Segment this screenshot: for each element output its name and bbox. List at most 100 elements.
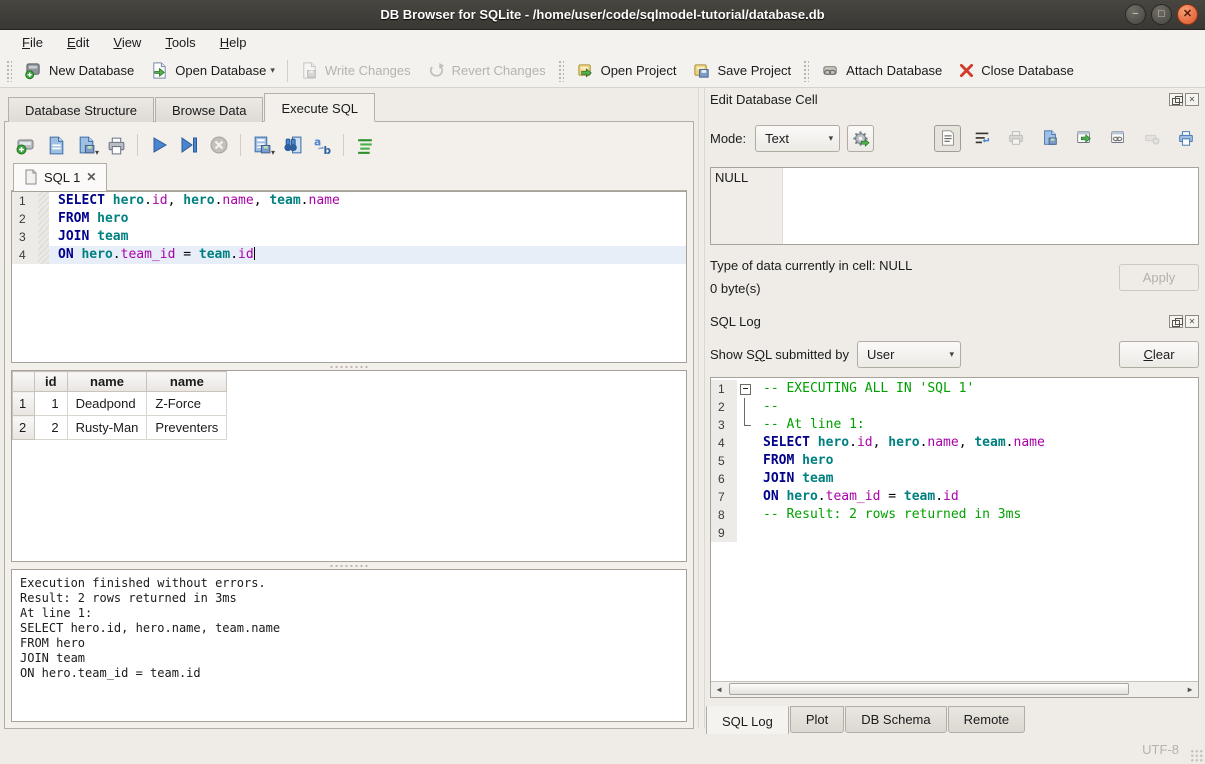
save-sql-file-button[interactable]: ▾ (73, 132, 99, 158)
menu-help[interactable]: Help (208, 32, 259, 53)
tab-execute-sql[interactable]: Execute SQL (264, 93, 375, 122)
execute-current-line-icon (179, 135, 199, 155)
panel-splitter[interactable] (698, 88, 705, 728)
cell-editor[interactable]: NULL (710, 167, 1199, 245)
save-sql-dropdown-caret[interactable]: ▾ (95, 148, 99, 157)
scroll-right-icon[interactable]: ▶ (1182, 682, 1198, 697)
maximize-button[interactable]: □ (1151, 4, 1172, 25)
cell-editor-gutter: NULL (711, 168, 783, 244)
sql-log-lines[interactable]: 1-- EXECUTING ALL IN 'SQL 1'2--3-- At li… (711, 378, 1198, 681)
replace-button[interactable]: ab (309, 132, 335, 158)
table-cell[interactable]: Deadpond (67, 392, 147, 416)
table-cell[interactable]: 2 (35, 416, 68, 440)
clear-log-button[interactable]: Clear (1119, 341, 1199, 368)
tab-database-structure[interactable]: Database Structure (8, 97, 154, 122)
scroll-left-icon[interactable]: ◀ (711, 682, 727, 697)
toolbar-separator (287, 60, 288, 82)
toolbar-grip[interactable] (803, 60, 809, 82)
open-url-button[interactable] (1104, 125, 1131, 152)
text-view-button[interactable] (934, 125, 961, 152)
mode-select[interactable]: Text ▾ (755, 125, 840, 152)
sql-toolbar: ▾ ▾ ab (11, 128, 687, 162)
menu-view[interactable]: View (101, 32, 153, 53)
open-sql-file-button[interactable] (43, 132, 69, 158)
results-table[interactable]: idnamename11DeadpondZ-Force22Rusty-ManPr… (12, 371, 227, 440)
toolbar-grip[interactable] (558, 60, 564, 82)
tab-plot[interactable]: Plot (790, 706, 844, 733)
toolbar-grip[interactable] (6, 60, 12, 82)
table-cell[interactable]: Preventers (147, 416, 227, 440)
execute-sql-button[interactable] (146, 132, 172, 158)
table-cell[interactable]: Z-Force (147, 392, 227, 416)
cell-editor-content[interactable] (783, 168, 1198, 244)
open-database-icon (150, 61, 169, 80)
save-project-button[interactable]: Save Project (684, 57, 799, 84)
tab-browse-data[interactable]: Browse Data (155, 97, 263, 122)
sql-editor[interactable]: 1SELECT hero.id, hero.name, team.name2FR… (11, 191, 687, 363)
right-panel: Edit Database Cell ✕ Mode: Text ▾ (706, 88, 1205, 734)
revert-changes-icon (427, 61, 446, 80)
menu-file[interactable]: File (10, 32, 55, 53)
text-cursor (254, 247, 255, 260)
column-header[interactable]: name (147, 372, 227, 392)
splitter-handle[interactable] (11, 562, 687, 569)
attach-database-icon (821, 61, 840, 80)
export-results-button[interactable]: ▾ (249, 132, 275, 158)
write-changes-button: Write Changes (292, 57, 419, 84)
dock-float-icon[interactable] (1169, 315, 1183, 328)
dock-close-icon[interactable]: ✕ (1185, 315, 1199, 328)
new-sql-tab-button[interactable] (13, 132, 39, 158)
print-sql-button[interactable] (103, 132, 129, 158)
tab-sql-log[interactable]: SQL Log (706, 706, 789, 736)
fold-column (737, 506, 754, 524)
fold-column (737, 452, 754, 470)
splitter-handle[interactable] (11, 363, 687, 370)
column-header[interactable]: id (35, 372, 68, 392)
format-sql-button[interactable] (352, 132, 378, 158)
fold-column (737, 524, 754, 542)
open-database-button[interactable]: Open Database ▾ (142, 57, 283, 84)
open-database-dropdown-caret[interactable]: ▾ (270, 65, 275, 76)
attach-database-button[interactable]: Attach Database (813, 57, 950, 84)
encoding-indicator[interactable]: UTF-8 (1142, 742, 1179, 757)
write-changes-icon (300, 61, 319, 80)
tab-db-schema[interactable]: DB Schema (845, 706, 946, 733)
close-database-button[interactable]: Close Database (950, 58, 1082, 83)
corner-header[interactable] (13, 372, 35, 392)
submitted-by-select[interactable]: User ▾ (857, 341, 961, 368)
execute-current-line-button[interactable] (176, 132, 202, 158)
minimize-button[interactable]: − (1125, 4, 1146, 25)
open-project-icon (576, 61, 595, 80)
sql-file-tabbar: SQL 1 ✕ (11, 162, 687, 191)
sql1-tab[interactable]: SQL 1 ✕ (13, 163, 107, 191)
dock-close-icon[interactable]: ✕ (1185, 93, 1199, 106)
sql-log-dock-header: SQL Log ✕ (710, 312, 1199, 330)
find-button[interactable] (279, 132, 305, 158)
column-header[interactable]: name (67, 372, 147, 392)
table-cell[interactable]: 1 (35, 392, 68, 416)
print-cell-button[interactable] (1172, 125, 1199, 152)
menu-edit[interactable]: Edit (55, 32, 101, 53)
format-sql-icon (355, 135, 376, 156)
resize-grip[interactable] (1190, 749, 1203, 762)
sql1-tab-close-icon[interactable]: ✕ (86, 170, 96, 184)
export-cell-data-button[interactable] (1036, 125, 1063, 152)
scrollbar-track[interactable] (727, 682, 1182, 697)
open-in-external-button[interactable] (1070, 125, 1097, 152)
scrollbar-thumb[interactable] (729, 683, 1129, 695)
dock-float-icon[interactable] (1169, 93, 1183, 106)
row-header[interactable]: 1 (13, 392, 35, 416)
auto-switch-mode-button[interactable] (847, 125, 874, 152)
export-dropdown-caret[interactable]: ▾ (271, 148, 275, 157)
menubar: File Edit View Tools Help (0, 30, 1205, 54)
new-database-button[interactable]: New Database (16, 57, 142, 84)
menu-tools[interactable]: Tools (153, 32, 207, 53)
table-cell[interactable]: Rusty-Man (67, 416, 147, 440)
row-header[interactable]: 2 (13, 416, 35, 440)
word-wrap-button[interactable] (968, 125, 995, 152)
fold-marker-icon[interactable] (737, 380, 754, 398)
close-button[interactable]: ✕ (1177, 4, 1198, 25)
tab-remote[interactable]: Remote (948, 706, 1026, 733)
open-project-button[interactable]: Open Project (568, 57, 685, 84)
horizontal-scrollbar[interactable]: ◀ ▶ (711, 681, 1198, 697)
